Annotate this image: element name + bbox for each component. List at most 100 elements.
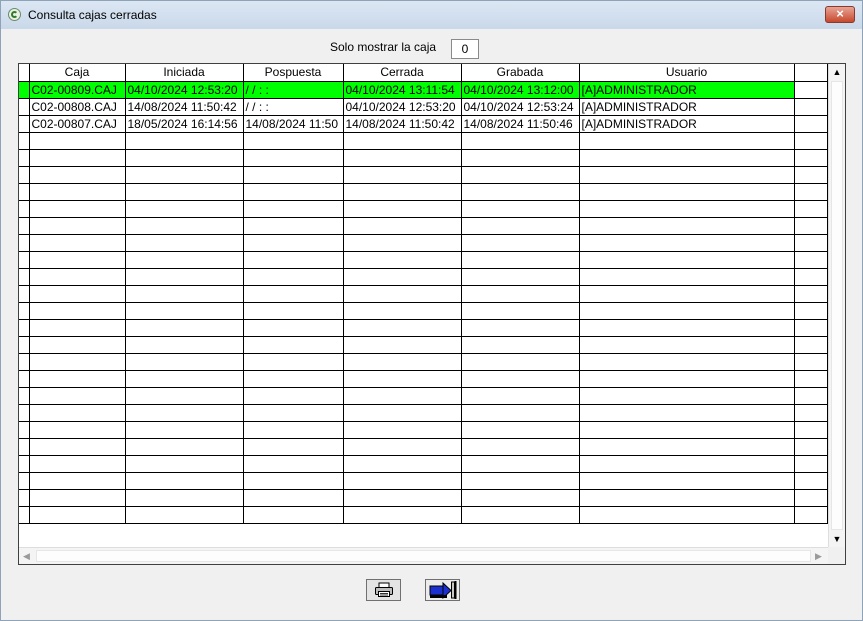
- cell-caja[interactable]: C02-00809.CAJ: [29, 81, 126, 99]
- row-indicator[interactable]: [19, 455, 30, 473]
- cell-usuario[interactable]: [579, 234, 795, 252]
- cell-pospuesta[interactable]: [243, 370, 344, 388]
- row-indicator[interactable]: [19, 319, 30, 337]
- empty-row[interactable]: [19, 132, 828, 150]
- cell-iniciada[interactable]: [125, 319, 244, 337]
- cell-usuario[interactable]: [579, 302, 795, 320]
- cell-iniciada[interactable]: [125, 438, 244, 456]
- row-indicator[interactable]: [19, 132, 30, 150]
- cell-cerrada[interactable]: [343, 183, 462, 201]
- cell-usuario[interactable]: [579, 336, 795, 354]
- cell-cerrada[interactable]: [343, 217, 462, 235]
- cell-caja[interactable]: [29, 455, 126, 473]
- empty-row[interactable]: [19, 200, 828, 218]
- cell-pospuesta[interactable]: [243, 421, 344, 439]
- cell-caja[interactable]: [29, 217, 126, 235]
- cell-pospuesta[interactable]: [243, 387, 344, 405]
- cell-usuario[interactable]: [579, 166, 795, 184]
- cell-pospuesta[interactable]: [243, 319, 344, 337]
- cell-grabada[interactable]: [461, 268, 580, 286]
- cell-grabada[interactable]: 04/10/2024 12:53:24: [461, 98, 580, 116]
- scroll-up-icon[interactable]: ▲: [829, 64, 845, 80]
- filter-input[interactable]: [451, 39, 479, 59]
- cell-caja[interactable]: [29, 132, 126, 150]
- column-header-iniciada[interactable]: Iniciada: [125, 64, 244, 82]
- row-indicator[interactable]: [19, 302, 30, 320]
- cell-usuario[interactable]: [579, 149, 795, 167]
- row-indicator[interactable]: [19, 506, 30, 524]
- cell-pospuesta[interactable]: [243, 489, 344, 507]
- empty-row[interactable]: [19, 353, 828, 371]
- cell-iniciada[interactable]: [125, 200, 244, 218]
- row-indicator[interactable]: [19, 251, 30, 269]
- cell-cerrada[interactable]: [343, 166, 462, 184]
- cell-grabada[interactable]: [461, 166, 580, 184]
- cell-grabada[interactable]: [461, 149, 580, 167]
- scroll-down-icon[interactable]: ▼: [829, 531, 845, 547]
- cell-cerrada[interactable]: [343, 387, 462, 405]
- cell-pospuesta[interactable]: [243, 404, 344, 422]
- cell-caja[interactable]: [29, 285, 126, 303]
- cell-cerrada[interactable]: [343, 472, 462, 490]
- cell-grabada[interactable]: [461, 251, 580, 269]
- cell-caja[interactable]: [29, 319, 126, 337]
- row-indicator[interactable]: [19, 268, 30, 286]
- cell-pospuesta[interactable]: [243, 268, 344, 286]
- empty-row[interactable]: [19, 149, 828, 167]
- cell-caja[interactable]: C02-00808.CAJ: [29, 98, 126, 116]
- row-indicator[interactable]: [19, 183, 30, 201]
- cell-pospuesta[interactable]: / / : :: [243, 81, 344, 99]
- empty-row[interactable]: [19, 302, 828, 320]
- cell-usuario[interactable]: [579, 438, 795, 456]
- cell-caja[interactable]: [29, 166, 126, 184]
- cell-pospuesta[interactable]: [243, 472, 344, 490]
- cell-usuario[interactable]: [579, 506, 795, 524]
- cell-pospuesta[interactable]: [243, 506, 344, 524]
- cell-iniciada[interactable]: [125, 302, 244, 320]
- cell-pospuesta[interactable]: [243, 438, 344, 456]
- horizontal-scroll-thumb[interactable]: [36, 550, 811, 562]
- scroll-left-icon[interactable]: ◀: [23, 548, 35, 564]
- cell-usuario[interactable]: [579, 353, 795, 371]
- cell-usuario[interactable]: [A]ADMINISTRADOR: [579, 81, 795, 99]
- cell-cerrada[interactable]: [343, 421, 462, 439]
- empty-row[interactable]: [19, 234, 828, 252]
- cell-caja[interactable]: [29, 404, 126, 422]
- cell-pospuesta[interactable]: [243, 149, 344, 167]
- cell-iniciada[interactable]: [125, 455, 244, 473]
- cell-usuario[interactable]: [579, 387, 795, 405]
- cell-cerrada[interactable]: 04/10/2024 13:11:54: [343, 81, 462, 99]
- cell-iniciada[interactable]: [125, 132, 244, 150]
- cell-caja[interactable]: [29, 183, 126, 201]
- vertical-scrollbar[interactable]: ▲ ▼: [828, 64, 845, 547]
- cell-pospuesta[interactable]: [243, 353, 344, 371]
- cell-iniciada[interactable]: [125, 421, 244, 439]
- cell-caja[interactable]: [29, 336, 126, 354]
- cell-grabada[interactable]: 04/10/2024 13:12:00: [461, 81, 580, 99]
- row-indicator[interactable]: [19, 149, 30, 167]
- cell-caja[interactable]: [29, 506, 126, 524]
- cell-grabada[interactable]: [461, 506, 580, 524]
- empty-row[interactable]: [19, 251, 828, 269]
- cell-iniciada[interactable]: [125, 285, 244, 303]
- cell-caja[interactable]: [29, 489, 126, 507]
- cell-usuario[interactable]: [579, 421, 795, 439]
- cell-iniciada[interactable]: [125, 251, 244, 269]
- cell-grabada[interactable]: [461, 319, 580, 337]
- cell-caja[interactable]: [29, 353, 126, 371]
- column-header-grabada[interactable]: Grabada: [461, 64, 580, 82]
- cell-iniciada[interactable]: [125, 234, 244, 252]
- vertical-scroll-thumb[interactable]: [831, 81, 843, 530]
- cell-pospuesta[interactable]: [243, 251, 344, 269]
- empty-row[interactable]: [19, 285, 828, 303]
- scroll-right-icon[interactable]: ▶: [815, 548, 827, 564]
- cell-cerrada[interactable]: [343, 404, 462, 422]
- cell-caja[interactable]: [29, 370, 126, 388]
- cell-iniciada[interactable]: [125, 506, 244, 524]
- cell-cerrada[interactable]: [343, 268, 462, 286]
- empty-row[interactable]: [19, 183, 828, 201]
- cell-usuario[interactable]: [579, 251, 795, 269]
- row-indicator[interactable]: [19, 81, 30, 99]
- cell-pospuesta[interactable]: [243, 166, 344, 184]
- cell-grabada[interactable]: [461, 421, 580, 439]
